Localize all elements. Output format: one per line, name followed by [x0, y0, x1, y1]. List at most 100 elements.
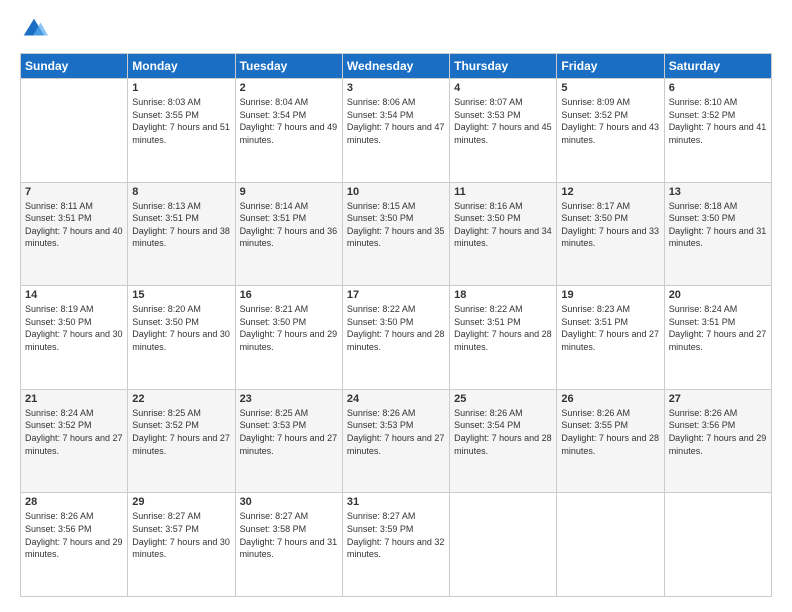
page: SundayMondayTuesdayWednesdayThursdayFrid… [0, 0, 792, 612]
day-cell: 31Sunrise: 8:27 AMSunset: 3:59 PMDayligh… [342, 493, 449, 597]
day-cell: 7 Sunrise: 8:11 AMSunset: 3:51 PMDaylight… [21, 182, 128, 286]
day-number: 15 [132, 289, 230, 301]
day-info: Sunrise: 8:15 AMSunset: 3:50 PMDaylight:… [347, 200, 445, 250]
day-header-friday: Friday [557, 54, 664, 79]
day-number: 12 [561, 186, 659, 198]
day-number: 18 [454, 289, 552, 301]
day-info: Sunrise: 8:22 AMSunset: 3:51 PMDaylight:… [454, 303, 552, 353]
day-cell: 10 Sunrise: 8:15 AMSunset: 3:50 PMDayligh… [342, 182, 449, 286]
day-number: 14 [25, 289, 123, 301]
day-info: Sunrise: 8:26 AMSunset: 3:53 PMDaylight:… [347, 407, 445, 457]
day-number: 28 [25, 496, 123, 508]
day-info: Sunrise: 8:06 AMSunset: 3:54 PMDaylight:… [347, 96, 445, 146]
day-info: Sunrise: 8:09 AMSunset: 3:52 PMDaylight:… [561, 96, 659, 146]
day-header-monday: Monday [128, 54, 235, 79]
day-cell: 26 Sunrise: 8:26 AMSunset: 3:55 PMDayligh… [557, 389, 664, 493]
day-number: 22 [132, 393, 230, 405]
day-number: 29 [132, 496, 230, 508]
day-number: 25 [454, 393, 552, 405]
day-cell: 24 Sunrise: 8:26 AMSunset: 3:53 PMDayligh… [342, 389, 449, 493]
day-info: Sunrise: 8:11 AMSunset: 3:51 PMDaylight:… [25, 200, 123, 250]
day-number: 10 [347, 186, 445, 198]
header [20, 15, 772, 43]
day-info: Sunrise: 8:19 AMSunset: 3:50 PMDaylight:… [25, 303, 123, 353]
day-header-saturday: Saturday [664, 54, 771, 79]
day-number: 8 [132, 186, 230, 198]
day-info: Sunrise: 8:26 AMSunset: 3:55 PMDaylight:… [561, 407, 659, 457]
day-number: 4 [454, 82, 552, 94]
day-number: 13 [669, 186, 767, 198]
day-cell: 17 Sunrise: 8:22 AMSunset: 3:50 PMDayligh… [342, 286, 449, 390]
day-number: 3 [347, 82, 445, 94]
day-cell: 25 Sunrise: 8:26 AMSunset: 3:54 PMDayligh… [450, 389, 557, 493]
week-row-0: 1 Sunrise: 8:03 AMSunset: 3:55 PMDaylight… [21, 79, 772, 183]
day-info: Sunrise: 8:26 AMSunset: 3:54 PMDaylight:… [454, 407, 552, 457]
day-cell: 2Sunrise: 8:04 AMSunset: 3:54 PMDaylight… [235, 79, 342, 183]
day-info: Sunrise: 8:22 AMSunset: 3:50 PMDaylight:… [347, 303, 445, 353]
day-info: Sunrise: 8:24 AMSunset: 3:51 PMDaylight:… [669, 303, 767, 353]
day-number: 21 [25, 393, 123, 405]
day-cell: 11Sunrise: 8:16 AMSunset: 3:50 PMDayligh… [450, 182, 557, 286]
day-cell: 27 Sunrise: 8:26 AMSunset: 3:56 PMDayligh… [664, 389, 771, 493]
day-cell: 6 Sunrise: 8:10 AMSunset: 3:52 PMDaylight… [664, 79, 771, 183]
day-info: Sunrise: 8:10 AMSunset: 3:52 PMDaylight:… [669, 96, 767, 146]
day-number: 20 [669, 289, 767, 301]
day-number: 24 [347, 393, 445, 405]
day-number: 9 [240, 186, 338, 198]
day-info: Sunrise: 8:21 AMSunset: 3:50 PMDaylight:… [240, 303, 338, 353]
day-info: Sunrise: 8:26 AMSunset: 3:56 PMDaylight:… [669, 407, 767, 457]
day-info: Sunrise: 8:14 AMSunset: 3:51 PMDaylight:… [240, 200, 338, 250]
week-row-2: 14 Sunrise: 8:19 AMSunset: 3:50 PMDayligh… [21, 286, 772, 390]
day-header-sunday: Sunday [21, 54, 128, 79]
day-info: Sunrise: 8:27 AMSunset: 3:57 PMDaylight:… [132, 510, 230, 560]
day-cell [557, 493, 664, 597]
day-cell: 8 Sunrise: 8:13 AMSunset: 3:51 PMDaylight… [128, 182, 235, 286]
day-cell: 29 Sunrise: 8:27 AMSunset: 3:57 PMDayligh… [128, 493, 235, 597]
day-header-tuesday: Tuesday [235, 54, 342, 79]
day-cell: 12 Sunrise: 8:17 AMSunset: 3:50 PMDayligh… [557, 182, 664, 286]
week-row-3: 21 Sunrise: 8:24 AMSunset: 3:52 PMDayligh… [21, 389, 772, 493]
day-cell: 9 Sunrise: 8:14 AMSunset: 3:51 PMDaylight… [235, 182, 342, 286]
day-header-wednesday: Wednesday [342, 54, 449, 79]
day-info: Sunrise: 8:16 AMSunset: 3:50 PMDaylight:… [454, 200, 552, 250]
day-cell: 18 Sunrise: 8:22 AMSunset: 3:51 PMDayligh… [450, 286, 557, 390]
day-cell [664, 493, 771, 597]
day-info: Sunrise: 8:13 AMSunset: 3:51 PMDaylight:… [132, 200, 230, 250]
day-number: 27 [669, 393, 767, 405]
day-info: Sunrise: 8:20 AMSunset: 3:50 PMDaylight:… [132, 303, 230, 353]
day-number: 7 [25, 186, 123, 198]
day-cell: 21 Sunrise: 8:24 AMSunset: 3:52 PMDayligh… [21, 389, 128, 493]
day-info: Sunrise: 8:17 AMSunset: 3:50 PMDaylight:… [561, 200, 659, 250]
day-number: 2 [240, 82, 338, 94]
day-number: 19 [561, 289, 659, 301]
week-row-4: 28 Sunrise: 8:26 AMSunset: 3:56 PMDayligh… [21, 493, 772, 597]
day-cell: 4 Sunrise: 8:07 AMSunset: 3:53 PMDaylight… [450, 79, 557, 183]
day-number: 6 [669, 82, 767, 94]
day-cell [450, 493, 557, 597]
day-info: Sunrise: 8:26 AMSunset: 3:56 PMDaylight:… [25, 510, 123, 560]
day-number: 1 [132, 82, 230, 94]
day-number: 17 [347, 289, 445, 301]
day-header-thursday: Thursday [450, 54, 557, 79]
day-info: Sunrise: 8:25 AMSunset: 3:52 PMDaylight:… [132, 407, 230, 457]
day-info: Sunrise: 8:24 AMSunset: 3:52 PMDaylight:… [25, 407, 123, 457]
day-number: 26 [561, 393, 659, 405]
logo [20, 15, 52, 43]
day-cell: 19 Sunrise: 8:23 AMSunset: 3:51 PMDayligh… [557, 286, 664, 390]
day-info: Sunrise: 8:18 AMSunset: 3:50 PMDaylight:… [669, 200, 767, 250]
day-info: Sunrise: 8:07 AMSunset: 3:53 PMDaylight:… [454, 96, 552, 146]
day-info: Sunrise: 8:25 AMSunset: 3:53 PMDaylight:… [240, 407, 338, 457]
calendar: SundayMondayTuesdayWednesdayThursdayFrid… [20, 53, 772, 597]
week-row-1: 7 Sunrise: 8:11 AMSunset: 3:51 PMDaylight… [21, 182, 772, 286]
day-number: 31 [347, 496, 445, 508]
day-cell [21, 79, 128, 183]
day-info: Sunrise: 8:23 AMSunset: 3:51 PMDaylight:… [561, 303, 659, 353]
day-cell: 5Sunrise: 8:09 AMSunset: 3:52 PMDaylight… [557, 79, 664, 183]
day-cell: 13 Sunrise: 8:18 AMSunset: 3:50 PMDayligh… [664, 182, 771, 286]
day-cell: 22 Sunrise: 8:25 AMSunset: 3:52 PMDayligh… [128, 389, 235, 493]
day-cell: 3 Sunrise: 8:06 AMSunset: 3:54 PMDaylight… [342, 79, 449, 183]
day-info: Sunrise: 8:03 AMSunset: 3:55 PMDaylight:… [132, 96, 230, 146]
calendar-header-row: SundayMondayTuesdayWednesdayThursdayFrid… [21, 54, 772, 79]
day-number: 16 [240, 289, 338, 301]
day-cell: 23Sunrise: 8:25 AMSunset: 3:53 PMDayligh… [235, 389, 342, 493]
